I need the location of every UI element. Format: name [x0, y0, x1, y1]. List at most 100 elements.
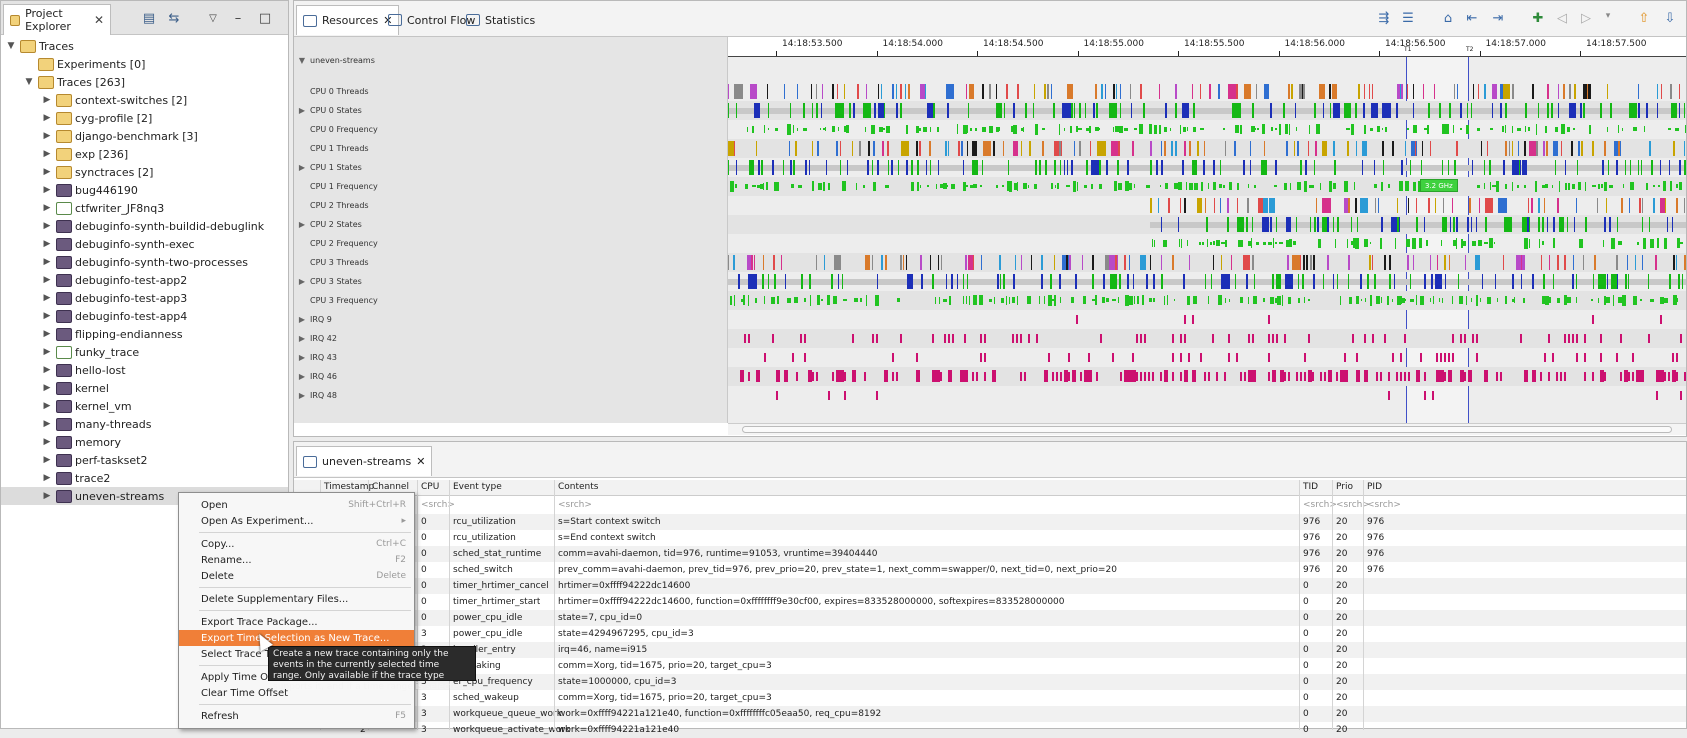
tree-item[interactable]: ▶ trace2	[1, 469, 288, 487]
expand-toggle-icon[interactable]: ▶	[41, 275, 53, 285]
tree-item[interactable]: ▶ kernel_vm	[1, 397, 288, 415]
resource-lane[interactable]	[728, 272, 1686, 291]
tree-item[interactable]: ▶ django-benchmark [3]	[1, 127, 288, 145]
tab-events[interactable]: uneven-streams ✕	[296, 446, 433, 476]
expand-toggle-icon[interactable]: ▶	[294, 391, 310, 400]
menu-item[interactable]: Open As Experiment... ▸	[179, 513, 414, 529]
resource-lane[interactable]	[728, 120, 1686, 139]
tree-item[interactable]: ▶ perf-taskset2	[1, 451, 288, 469]
time-axis[interactable]: 14:18:53.500 14:18:54.000 14:18:54.500 14:1…	[728, 37, 1686, 57]
tree-item[interactable]: ▶ kernel	[1, 379, 288, 397]
next-event-icon[interactable]: ⇥	[1490, 11, 1506, 27]
expand-toggle-icon[interactable]: ▶	[41, 293, 53, 303]
align-views-icon[interactable]: ⇶	[1376, 11, 1392, 27]
table-row[interactable]: 23power_cpu_idlestate=4294967295, cpu_id…	[294, 626, 1686, 642]
column-header-timestamp[interactable]: Timestamp	[324, 482, 374, 492]
resource-lane[interactable]	[728, 139, 1686, 158]
resource-lane[interactable]	[728, 367, 1686, 386]
menu-item[interactable]: Delete Supplementary Files...	[179, 591, 414, 607]
tree-item[interactable]: ▼ Traces	[1, 37, 288, 55]
column-header-prio[interactable]: Prio	[1336, 482, 1353, 492]
resource-row[interactable]: CPU 1 Frequency	[294, 177, 728, 196]
previous-event-icon[interactable]: ⇤	[1464, 11, 1480, 27]
tree-item[interactable]: ▶ cyg-profile [2]	[1, 109, 288, 127]
maximize-icon[interactable]: □	[256, 9, 274, 27]
tree-item[interactable]: ▶ debuginfo-synth-two-processes	[1, 253, 288, 271]
expand-toggle-icon[interactable]: ▶	[41, 167, 53, 177]
tree-item[interactable]: ▶ context-switches [2]	[1, 91, 288, 109]
tree-item[interactable]: ▶ debuginfo-test-app2	[1, 271, 288, 289]
resource-lane[interactable]	[728, 196, 1686, 215]
resource-row[interactable]: CPU 0 Frequency	[294, 120, 728, 139]
column-header-tid[interactable]: TID	[1303, 482, 1318, 492]
expand-toggle-icon[interactable]: ▶	[294, 106, 310, 115]
resource-lane[interactable]	[728, 101, 1686, 120]
table-row[interactable]: 2 3 workqueue_activate_work work=0xffff9422…	[294, 722, 1686, 738]
expand-toggle-icon[interactable]: ▶	[41, 95, 53, 105]
column-filter-input[interactable]: <srch>	[1367, 500, 1401, 510]
time-graph[interactable]: 14:18:53.500 14:18:54.000 14:18:54.500 14:1…	[728, 37, 1686, 423]
next-marker-icon[interactable]: ▷	[1578, 11, 1594, 27]
zoom-in-icon[interactable]: ⇧	[1636, 11, 1652, 27]
resource-row[interactable]: ▶ CPU 3 States	[294, 272, 728, 291]
menu-item[interactable]: Delete Delete	[179, 568, 414, 584]
expand-toggle-icon[interactable]: ▶	[41, 419, 53, 429]
column-header-cpu[interactable]: CPU	[421, 482, 439, 492]
column-separator[interactable]	[1299, 480, 1300, 730]
column-filter-input[interactable]: <srch>	[558, 500, 592, 510]
tree-item[interactable]: ▶ debuginfo-test-app3	[1, 289, 288, 307]
tree-item[interactable]: ▶ many-threads	[1, 415, 288, 433]
column-filter-input[interactable]: <srch>	[1336, 500, 1370, 510]
link-with-editor-icon[interactable]: ⇆	[165, 9, 183, 27]
table-row[interactable]: 00power_cpu_idlestate=7, cpu_id=0020	[294, 610, 1686, 626]
table-row[interactable]: 23workqueue_queue_workwork=0xffff94221a1…	[294, 706, 1686, 722]
menu-item[interactable]: Open Shift+Ctrl+R	[179, 497, 414, 513]
tab-project-explorer[interactable]: Project Explorer ✕	[3, 4, 111, 35]
expand-toggle-icon[interactable]: ▶	[41, 185, 53, 195]
expand-toggle-icon[interactable]: ▶	[294, 372, 310, 381]
tree-item[interactable]: ▶ debuginfo-synth-buildid-debuglink	[1, 217, 288, 235]
resource-row[interactable]: CPU 2 Threads	[294, 196, 728, 215]
resource-lane[interactable]	[728, 215, 1686, 234]
resource-row[interactable]: ▶ CPU 2 States	[294, 215, 728, 234]
resource-row[interactable]: CPU 3 Frequency	[294, 291, 728, 310]
close-icon[interactable]: ✕	[416, 455, 425, 468]
expand-toggle-icon[interactable]: ▶	[41, 131, 53, 141]
tree-item[interactable]: ▼ Traces [263]	[1, 73, 288, 91]
expand-toggle-icon[interactable]: ▶	[41, 257, 53, 267]
menu-item[interactable]: Export Time Selection as New Trace...	[179, 630, 414, 646]
expand-toggle-icon[interactable]: ▶	[294, 353, 310, 362]
close-icon[interactable]: ✕	[94, 13, 104, 27]
tree-item[interactable]: ▶ hello-lost	[1, 361, 288, 379]
expand-toggle-icon[interactable]: ▶	[41, 311, 53, 321]
expand-toggle-icon[interactable]: ▶	[294, 315, 310, 324]
resource-row[interactable]: ▶ IRQ 48	[294, 386, 728, 405]
tree-item[interactable]: ▶ debuginfo-synth-exec	[1, 235, 288, 253]
resource-lane[interactable]: 3.2 GHz	[728, 177, 1686, 196]
expand-toggle-icon[interactable]: ▶	[41, 221, 53, 231]
expand-toggle-icon[interactable]: ▶	[294, 220, 310, 229]
add-bookmark-icon[interactable]: ✚	[1530, 11, 1546, 27]
table-row[interactable]: 00timer_hrtimer_cancelhrtimer=0xffff9422…	[294, 578, 1686, 594]
resource-lane[interactable]	[728, 253, 1686, 272]
marker-menu-icon[interactable]: ▾	[1600, 11, 1616, 27]
collapse-toggle-icon[interactable]: ▼	[5, 41, 17, 51]
table-row[interactable]: 00sched_switchprev_comm=avahi-daemon, pr…	[294, 562, 1686, 578]
menu-item[interactable]: Refresh F5	[179, 708, 414, 724]
table-row[interactable]: 23ed_wakingcomm=Xorg, tid=1675, prio=20,…	[294, 658, 1686, 674]
tab-statistics[interactable]: Statistics	[460, 5, 541, 35]
expand-toggle-icon[interactable]: ▶	[41, 365, 53, 375]
legend-icon[interactable]: ☰	[1400, 11, 1416, 27]
column-separator[interactable]	[1363, 480, 1364, 730]
resource-lane[interactable]	[728, 82, 1686, 101]
expand-toggle-icon[interactable]: ▶	[41, 401, 53, 411]
tree-item[interactable]: ▶ bug446190	[1, 181, 288, 199]
table-row[interactable]: 00rcu_utilizations=Start context switch9…	[294, 514, 1686, 530]
previous-marker-icon[interactable]: ◁	[1554, 11, 1570, 27]
resource-lane[interactable]	[728, 348, 1686, 367]
tree-root-row[interactable]: ▼ uneven-streams	[294, 51, 728, 70]
column-header-contents[interactable]: Contents	[558, 482, 598, 492]
resource-row[interactable]: CPU 3 Threads	[294, 253, 728, 272]
menu-item[interactable]: Export Trace Package...	[179, 614, 414, 630]
resource-lane[interactable]	[728, 386, 1686, 405]
